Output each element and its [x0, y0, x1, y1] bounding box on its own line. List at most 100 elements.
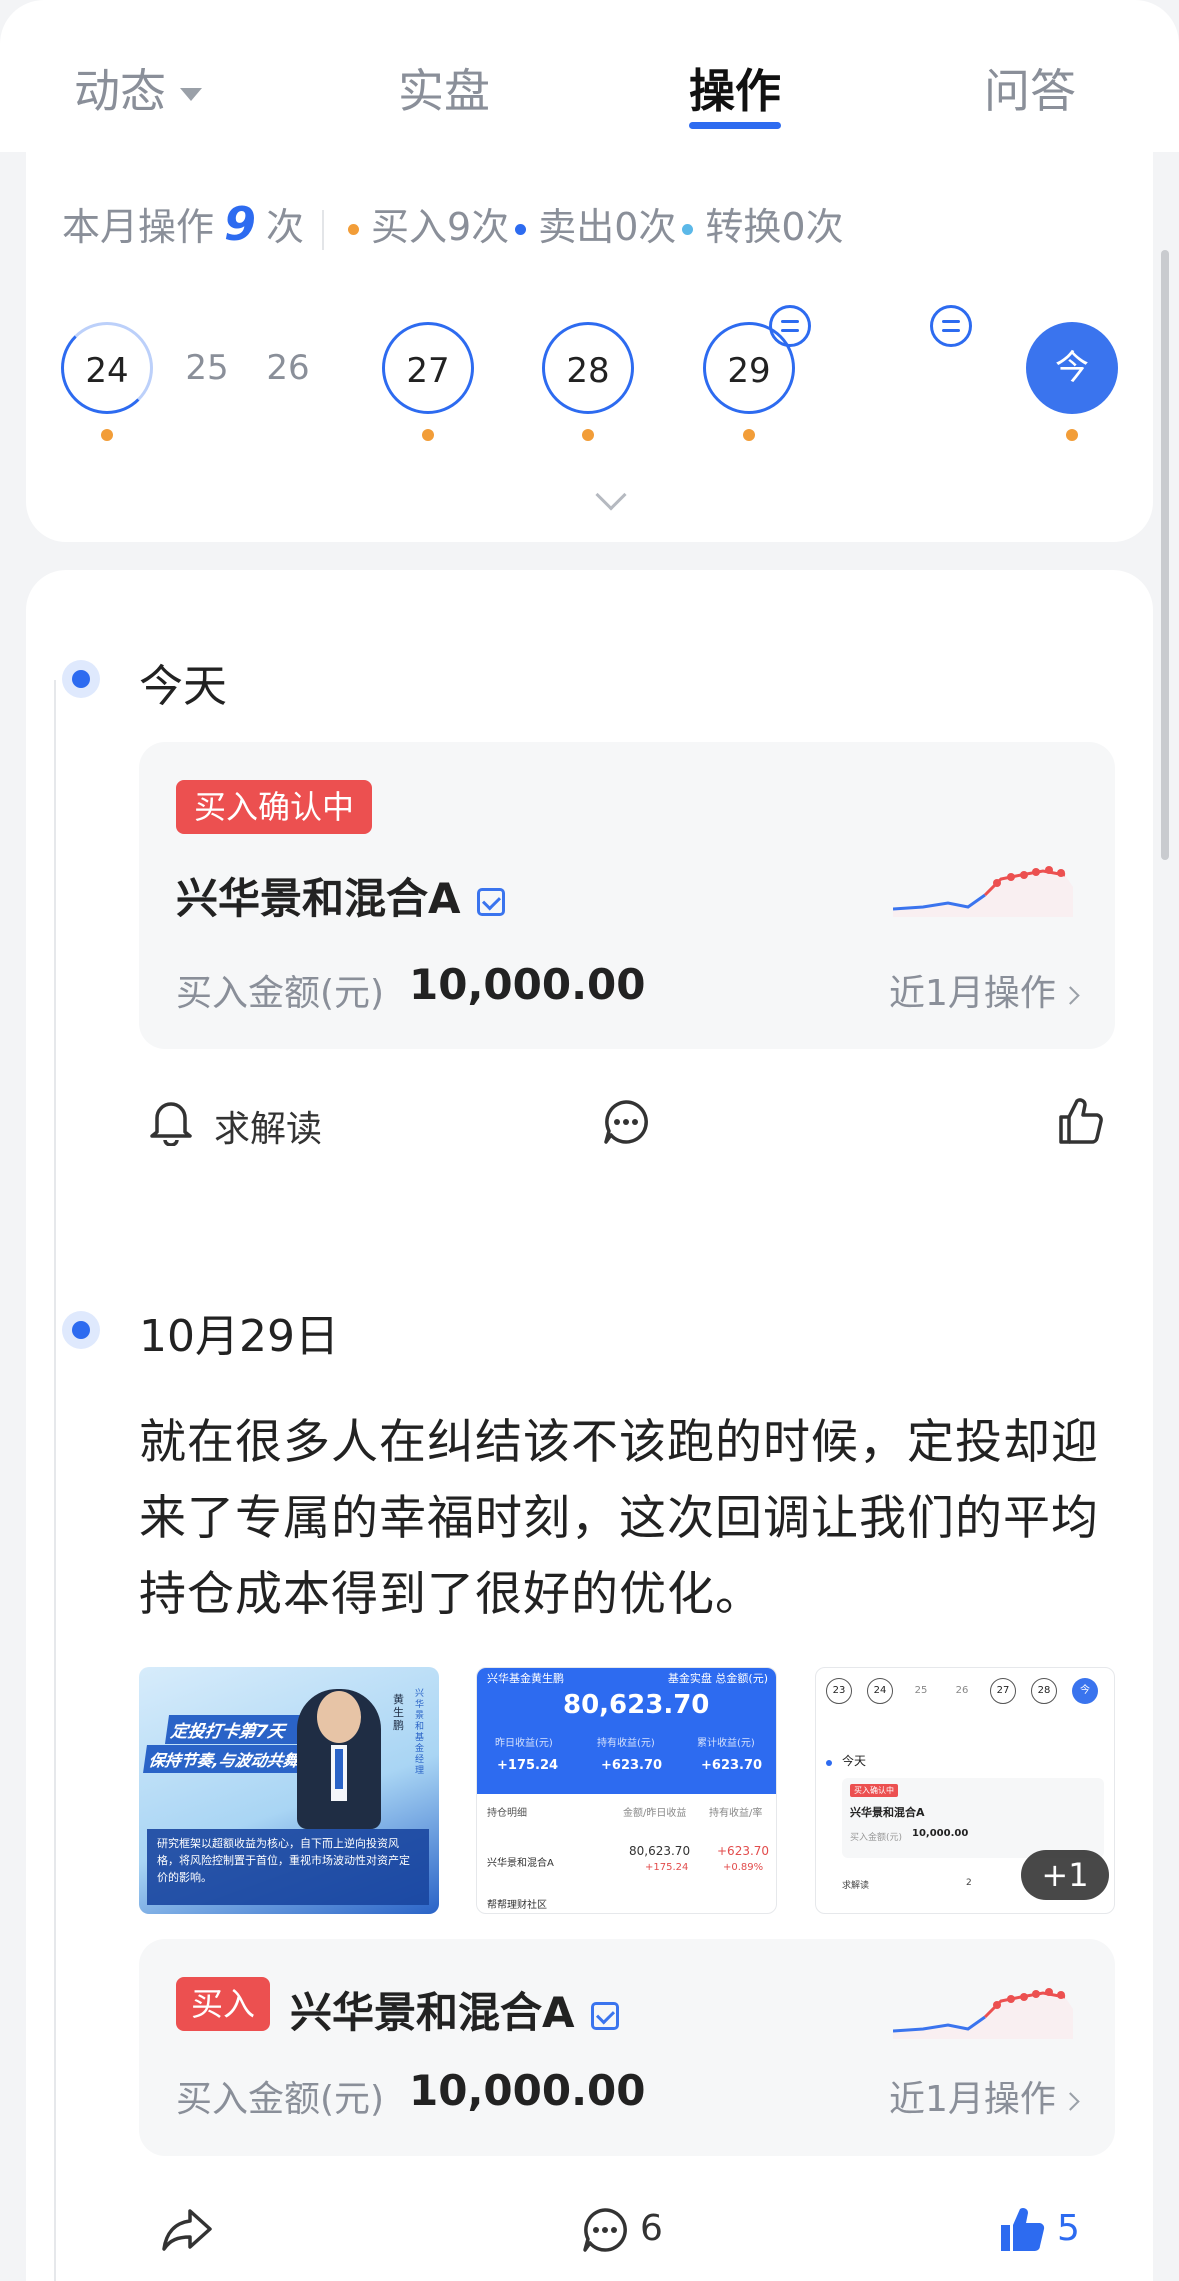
chevron-right-icon — [1061, 985, 1080, 1005]
image1-name: 黄生鹏 — [393, 1693, 404, 1732]
image2-header: 兴华基金黄生鹏 基金实盘 总金额(元) 80,623.70 昨日收益(元) 持有… — [477, 1668, 776, 1794]
image2-stat-value: +623.70 — [701, 1758, 763, 1773]
comment-icon[interactable] — [601, 1097, 651, 1147]
fund-operation-card[interactable]: 买入 兴华景和混合A 买入金额(元) 10,000.00 近1月操作 — [139, 1939, 1115, 2156]
more-images-badge[interactable]: +1 — [1021, 1850, 1109, 1900]
timeline-node-icon — [62, 660, 100, 698]
scrollbar[interactable] — [1161, 250, 1169, 860]
comment-count[interactable]: 6 — [640, 2208, 663, 2249]
verified-check-icon — [590, 2001, 619, 2030]
image3-tag: 买入确认中 — [850, 1784, 898, 1797]
entry-date: 10月29日 — [139, 1311, 339, 1362]
fund-operation-card[interactable]: 买入确认中 兴华景和混合A 买入金额(元) 10,000.00 近1月操作 — [139, 742, 1115, 1049]
image2-header-right: 基金实盘 总金额(元) — [667, 1672, 768, 1685]
image2-row-amount: 80,623.70 — [629, 1844, 691, 1858]
post-text[interactable]: 就在很多人在纠结该不该跑的时候，定投却迎来了专属的幸福时刻，这次回调让我们的平均… — [139, 1405, 1099, 1633]
thumbs-up-icon[interactable] — [1055, 1095, 1105, 1147]
share-icon[interactable] — [160, 2207, 214, 2253]
amount-value: 10,000.00 — [409, 960, 646, 1009]
convert-dot-icon — [682, 224, 694, 235]
recent-operations-link[interactable]: 近1月操作 — [889, 2070, 1080, 2122]
active-tab-indicator — [689, 122, 781, 129]
comment-icon[interactable] — [580, 2205, 630, 2255]
buy-tag: 买入 — [176, 1977, 270, 2031]
image1-side-text: 兴华景和基金经理 — [415, 1689, 425, 1776]
image1-headline-1: 定投打卡第7天 — [164, 1715, 320, 1744]
image3-day: 25 — [914, 1685, 928, 1696]
calendar-day-27[interactable]: 27 — [382, 322, 474, 414]
fund-name[interactable]: 兴华景和混合A — [176, 865, 505, 926]
image3-calendar: 23 24 25 26 27 28 今 — [822, 1678, 1112, 1706]
chevron-down-icon[interactable] — [595, 479, 627, 511]
calendar-day-24[interactable]: 24 — [61, 322, 153, 414]
recent-link-text: 近1月操作 — [889, 2079, 1056, 2120]
amount-label: 买入金额(元) — [176, 2079, 385, 2120]
buy-count: 买入9次 — [371, 205, 510, 249]
operation-dot-icon — [743, 429, 755, 441]
image3-day: 今 — [1072, 1678, 1098, 1704]
bell-icon[interactable] — [147, 1096, 195, 1146]
recent-operations-link[interactable]: 近1月操作 — [889, 964, 1080, 1016]
image2-header-left: 兴华基金黄生鹏 — [487, 1672, 564, 1685]
image3-day: 23 — [826, 1678, 852, 1704]
tab-operations[interactable]: 操作 — [689, 55, 781, 121]
caret-down-icon — [180, 88, 202, 101]
image3-day: 24 — [867, 1678, 893, 1704]
tab-qa[interactable]: 问答 — [984, 55, 1076, 121]
operation-dot-icon — [422, 429, 434, 441]
convert-count: 转换0次 — [705, 205, 844, 249]
image3-day: 27 — [990, 1678, 1016, 1704]
comment-badge-icon — [930, 305, 972, 347]
sparkline-chart — [893, 866, 1073, 917]
post-image-2[interactable]: 兴华基金黄生鹏 基金实盘 总金额(元) 80,623.70 昨日收益(元) 持有… — [476, 1667, 777, 1914]
entry-date: 今天 — [139, 661, 227, 712]
amount-label: 买入金额(元) — [176, 973, 385, 1014]
image3-fund: 兴华景和混合A — [850, 1806, 925, 1819]
calendar-day-29[interactable]: 29 — [703, 322, 795, 414]
recent-link-text: 近1月操作 — [889, 973, 1056, 1014]
divider — [322, 209, 325, 250]
image2-row-day: +175.24 — [645, 1862, 689, 1873]
calendar-day-28[interactable]: 28 — [542, 322, 634, 414]
calendar-day-26[interactable]: 26 — [242, 322, 334, 414]
image1-caption: 研究框架以超额收益为核心，自下而上逆向投资风格，将风险控制置于首位，重视市场波动… — [147, 1829, 429, 1905]
like-count[interactable]: 5 — [1057, 2208, 1080, 2249]
fund-name-text: 兴华景和混合A — [176, 874, 461, 923]
image2-stat-label: 持有收益(元) — [597, 1738, 655, 1749]
calendar-day-25[interactable]: 25 — [161, 322, 253, 414]
image2-col-3: 持有收益/率 — [709, 1808, 763, 1819]
stats-suffix: 次 — [266, 205, 305, 249]
person-photo — [297, 1689, 381, 1829]
tab-live-portfolio[interactable]: 实盘 — [398, 55, 490, 121]
image2-row-name: 兴华景和混合A — [487, 1858, 554, 1869]
image2-stat-value: +175.24 — [497, 1758, 559, 1773]
image2-stat-value: +623.70 — [601, 1758, 663, 1773]
post-image-1[interactable]: 定投打卡第7天 保持节奏,与波动共舞 黄生鹏 兴华景和基金经理 研究框架以超额收… — [139, 1667, 439, 1914]
image2-row-rate: +0.89% — [723, 1862, 764, 1873]
amount-value: 10,000.00 — [409, 2066, 646, 2115]
image3-day: 28 — [1031, 1678, 1057, 1704]
operation-dot-icon — [101, 429, 113, 441]
buy-dot-icon — [348, 224, 360, 235]
sell-count: 卖出0次 — [538, 205, 677, 249]
sparkline-chart — [893, 1988, 1073, 2039]
thumbs-up-filled-icon[interactable] — [997, 2203, 1047, 2255]
image3-card: 买入确认中 兴华景和混合A 买入金额(元) 10,000.00 — [842, 1778, 1104, 1858]
image3-day: 26 — [955, 1685, 969, 1696]
stats-prefix: 本月操作 — [62, 205, 215, 249]
image2-stat-label: 累计收益(元) — [697, 1738, 755, 1749]
ask-interpretation-button[interactable]: 求解读 — [214, 1100, 322, 1152]
fund-name[interactable]: 兴华景和混合A — [290, 1979, 619, 2040]
monthly-stats: 本月操作 9 次 买入9次 卖出0次 转换0次 — [62, 196, 844, 251]
monthly-summary-card: 本月操作 9 次 买入9次 卖出0次 转换0次 24 25 26 27 28 29 今 — [26, 152, 1153, 542]
image3-ask: 求解读 — [842, 1881, 870, 1891]
verified-check-icon — [476, 887, 505, 916]
timeline-node-icon — [62, 1311, 100, 1349]
image3-amount: 10,000.00 — [912, 1828, 969, 1839]
calendar-day-today[interactable]: 今 — [1026, 322, 1118, 414]
image3-timeline-dot — [826, 1760, 832, 1766]
tab-dynamics[interactable]: 动态 — [74, 55, 202, 121]
image2-footer: 帮帮理财社区 — [487, 1900, 547, 1911]
operation-dot-icon — [582, 429, 594, 441]
image3-today: 今天 — [842, 1754, 867, 1768]
